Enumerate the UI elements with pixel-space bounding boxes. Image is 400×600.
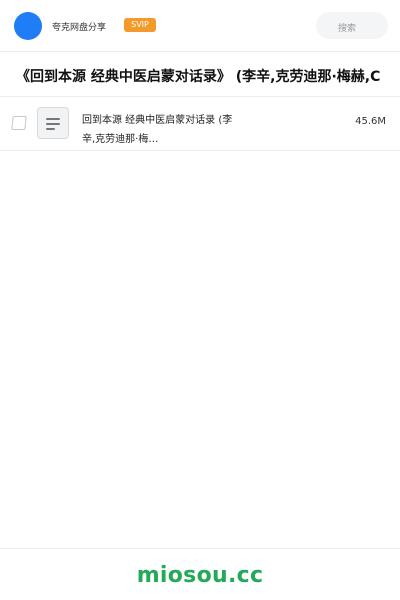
file-checkbox[interactable] xyxy=(11,116,27,130)
file-size: 45.6M xyxy=(355,116,386,127)
avatar[interactable] xyxy=(14,12,42,40)
svip-badge: SVIP xyxy=(124,18,156,32)
title-bar: 《回到本源 经典中医启蒙对话录》 (李辛,克劳迪那·梅赫,C xyxy=(0,53,400,97)
app-name: 夸克网盘分享 xyxy=(52,23,107,33)
document-icon xyxy=(37,107,69,139)
search-input[interactable]: 搜索 xyxy=(316,12,388,39)
page-title: 《回到本源 经典中医启蒙对话录》 (李辛,克劳迪那·梅赫,C xyxy=(16,69,381,85)
file-row[interactable]: 回到本源 经典中医启蒙对话录 (李辛,克劳迪那·梅… 45.6M xyxy=(0,97,400,151)
file-name[interactable]: 回到本源 经典中医启蒙对话录 (李辛,克劳迪那·梅… xyxy=(82,111,242,149)
footer: miosou.cc xyxy=(0,548,400,600)
search-placeholder: 搜索 xyxy=(337,24,356,34)
header-bar: 夸克网盘分享 SVIP 搜索 xyxy=(0,0,400,52)
brand-logo[interactable]: miosou.cc xyxy=(0,563,400,588)
